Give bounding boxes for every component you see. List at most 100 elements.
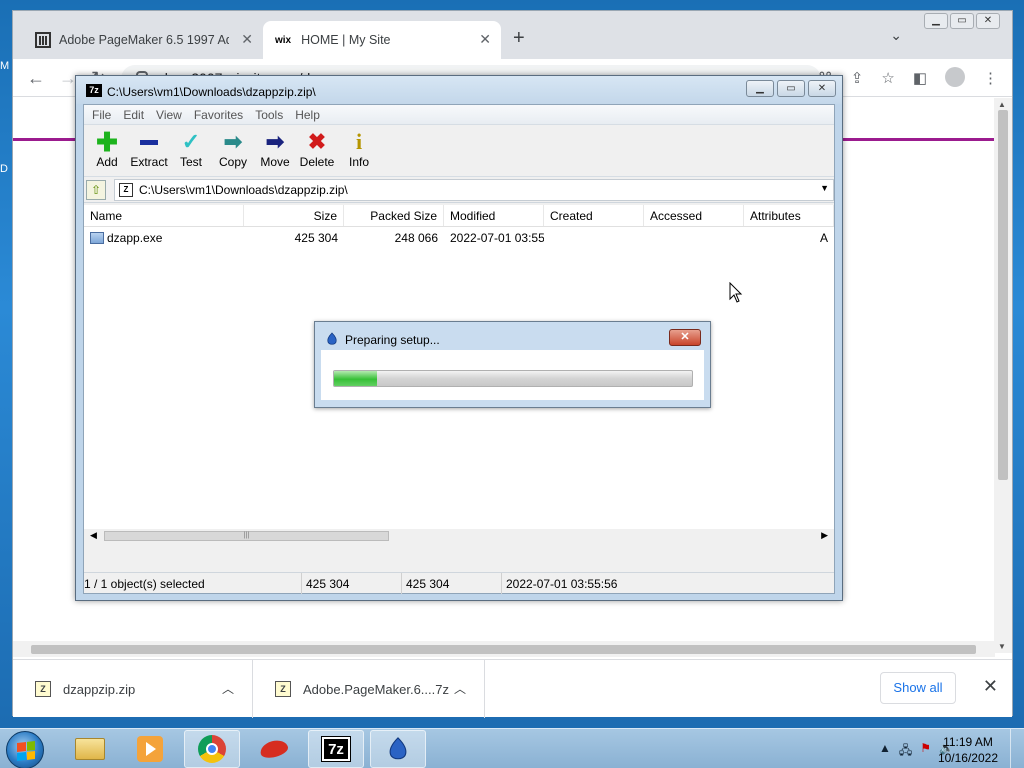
menu-file[interactable]: File — [86, 105, 117, 124]
taskbar-pepper-app[interactable] — [246, 730, 302, 768]
menu-help[interactable]: Help — [289, 105, 326, 124]
minimize-button[interactable]: ▁ — [924, 13, 948, 29]
side-panel-icon[interactable]: ◧ — [913, 69, 927, 89]
table-row[interactable]: dzapp.exe 425 304 248 066 2022-07-01 03:… — [84, 229, 834, 249]
column-size[interactable]: Size — [244, 205, 344, 226]
download-name: dzappzip.zip — [63, 681, 136, 697]
menu-edit[interactable]: Edit — [117, 105, 150, 124]
column-name[interactable]: Name — [84, 205, 244, 226]
dialog-title: Preparing setup... — [345, 333, 440, 347]
status-packed: 425 304 — [402, 573, 502, 594]
menu-view[interactable]: View — [150, 105, 188, 124]
move-button[interactable]: ➡ Move — [254, 129, 296, 176]
add-label: Add — [96, 155, 118, 169]
close-tab-icon[interactable]: ✕ — [241, 31, 253, 48]
maximize-button[interactable]: ▭ — [950, 13, 974, 29]
taskbar-installer[interactable] — [370, 730, 426, 768]
extract-button[interactable]: Extract — [128, 129, 170, 176]
pepper-icon — [258, 737, 290, 761]
start-button[interactable] — [6, 731, 44, 768]
clock-time: 11:19 AM — [943, 735, 993, 749]
mouse-cursor-icon — [729, 282, 743, 303]
menu-icon[interactable]: ⋮ — [983, 69, 998, 89]
scroll-right-icon[interactable]: ▶ — [821, 530, 828, 541]
close-tab-icon[interactable]: ✕ — [479, 31, 491, 48]
tab-title: HOME | My Site — [301, 33, 391, 47]
plus-icon: ✚ — [96, 127, 118, 157]
path-combobox[interactable]: Z C:\Users\vm1\Downloads\dzappzip.zip\ ▼ — [114, 179, 834, 201]
close-icon[interactable]: ✕ — [983, 676, 998, 697]
maximize-button[interactable]: ▭ — [777, 80, 805, 97]
share-icon[interactable]: ⇪ — [851, 69, 864, 89]
star-icon[interactable]: ☆ — [881, 69, 894, 89]
address-row: ⇧ Z C:\Users\vm1\Downloads\dzappzip.zip\… — [84, 177, 834, 203]
clock-date: 10/16/2022 — [937, 751, 998, 765]
menu-tools[interactable]: Tools — [249, 105, 289, 124]
menu-favorites[interactable]: Favorites — [188, 105, 249, 124]
scroll-down-icon[interactable]: ▼ — [998, 642, 1006, 651]
tab-home[interactable]: wix HOME | My Site ✕ — [263, 21, 501, 59]
progress-fill — [334, 371, 377, 386]
column-attributes[interactable]: Attributes — [744, 205, 834, 226]
chevron-up-icon[interactable]: ︿ — [454, 680, 466, 697]
list-horizontal-scrollbar[interactable]: ◀ ||| ▶ — [84, 529, 834, 543]
close-button[interactable]: ✕ — [976, 13, 1000, 29]
close-button[interactable]: ✕ — [808, 80, 836, 97]
list-header: Name Size Packed Size Modified Created A… — [84, 205, 834, 227]
horizontal-scrollbar[interactable] — [13, 641, 995, 657]
back-icon[interactable]: ← — [27, 68, 45, 89]
delete-label: Delete — [299, 155, 335, 169]
file-modified: 2022-07-01 03:55 — [450, 231, 544, 245]
show-desktop-button[interactable] — [1010, 729, 1024, 768]
7zip-icon: 7z — [321, 736, 351, 762]
installer-icon — [327, 332, 337, 345]
test-button[interactable]: ✓ Test — [170, 129, 212, 176]
title-bar[interactable]: 7z C:\Users\vm1\Downloads\dzappzip.zip\ … — [76, 76, 842, 104]
network-icon[interactable]: 🖧 — [899, 741, 912, 762]
download-name: Adobe.PageMaker.6....7z — [303, 681, 449, 697]
status-size: 425 304 — [302, 573, 402, 594]
folder-up-icon[interactable]: ⇧ — [86, 180, 106, 200]
show-hidden-icons-icon[interactable]: ▲ — [879, 741, 891, 762]
file-attributes: A — [819, 231, 828, 245]
taskbar-media-player[interactable] — [122, 730, 178, 768]
dropdown-arrow-icon[interactable]: ▼ — [820, 183, 829, 193]
info-button[interactable]: i Info — [338, 129, 380, 176]
check-icon: ✓ — [181, 129, 201, 154]
column-accessed[interactable]: Accessed — [644, 205, 744, 226]
action-center-flag-icon[interactable]: ⚑ — [920, 741, 931, 762]
taskbar-chrome[interactable] — [184, 730, 240, 768]
info-label: Info — [348, 155, 369, 169]
delete-button[interactable]: ✖ Delete — [296, 129, 338, 176]
scroll-up-icon[interactable]: ▲ — [998, 100, 1006, 109]
column-packed-size[interactable]: Packed Size — [344, 205, 444, 226]
dialog-close-button[interactable]: ✕ — [669, 329, 701, 346]
new-tab-icon[interactable]: + — [513, 27, 525, 50]
copy-arrow-icon: ➡ — [223, 129, 243, 154]
download-item[interactable]: Z dzappzip.zip ︿ — [13, 660, 253, 718]
column-modified[interactable]: Modified — [444, 205, 544, 226]
scroll-left-icon[interactable]: ◀ — [90, 530, 97, 541]
download-item[interactable]: Z Adobe.PageMaker.6....7z ︿ — [253, 660, 485, 718]
tab-pagemaker[interactable]: Adobe PageMaker 6.5 1997 Adobe ✕ — [23, 21, 263, 59]
taskbar-explorer[interactable] — [62, 730, 118, 768]
scrollbar-thumb[interactable]: ||| — [104, 531, 389, 541]
vertical-scrollbar[interactable]: ▲ ▼ — [994, 98, 1012, 653]
extract-label: Extract — [130, 155, 168, 169]
minimize-button[interactable]: ▁ — [746, 80, 774, 97]
media-player-icon — [137, 736, 163, 762]
preparing-setup-dialog: Preparing setup... ✕ — [314, 321, 711, 408]
add-button[interactable]: ✚ Add — [86, 129, 128, 176]
profile-avatar[interactable] — [945, 67, 965, 87]
column-created[interactable]: Created — [544, 205, 644, 226]
scrollbar-thumb[interactable] — [31, 645, 976, 654]
copy-button[interactable]: ➡ Copy — [212, 129, 254, 176]
taskbar-7zip[interactable]: 7z — [308, 730, 364, 768]
exe-file-icon — [90, 232, 104, 244]
wix-icon: wix — [275, 34, 292, 46]
chevron-down-icon[interactable]: ⌄ — [890, 27, 902, 44]
show-all-button[interactable]: Show all — [880, 672, 956, 704]
scrollbar-thumb[interactable] — [998, 110, 1008, 480]
clock[interactable]: 11:19 AM 10/16/2022 — [938, 734, 998, 766]
chevron-up-icon[interactable]: ︿ — [222, 680, 234, 697]
